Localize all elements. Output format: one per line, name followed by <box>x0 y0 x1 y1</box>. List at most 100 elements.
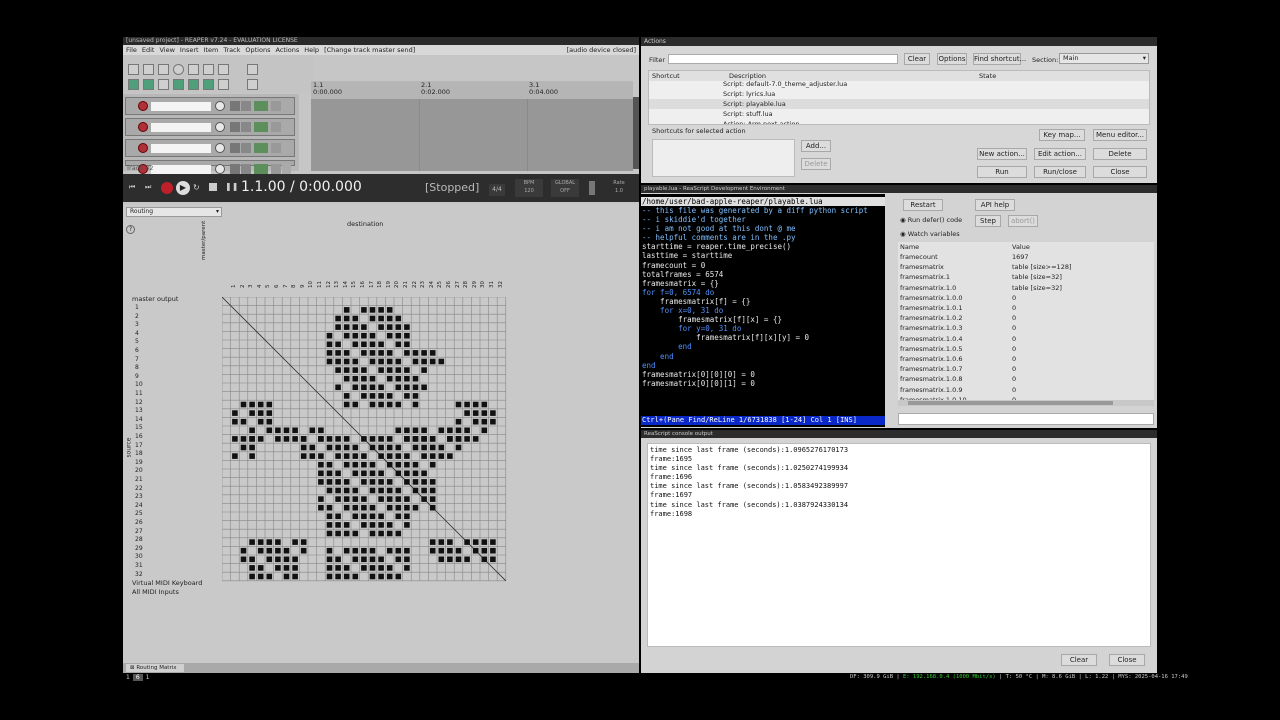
group-icon[interactable] <box>188 79 199 90</box>
volume-knob-icon[interactable] <box>215 143 225 153</box>
watch-variables-checkbox[interactable]: ◉ Watch variables <box>900 230 960 238</box>
go-start-button[interactable]: ⏮ <box>129 183 139 193</box>
stop-button[interactable] <box>209 183 217 191</box>
route-button[interactable] <box>254 122 268 132</box>
workspace-1b[interactable]: 1 <box>143 674 153 681</box>
new-action-button[interactable]: New action... <box>977 148 1027 160</box>
solo-button[interactable] <box>241 143 251 153</box>
play-button[interactable]: ▶ <box>176 181 190 195</box>
action-row[interactable]: Action: Arm next action <box>649 119 1149 124</box>
timeline-ruler[interactable]: 1.1 0:00.000 2.1 0:02.000 3.1 0:04.000 <box>311 81 633 99</box>
ripple-edit-icon[interactable] <box>143 79 154 90</box>
menu-editor-button[interactable]: Menu editor... <box>1093 129 1147 141</box>
track-header[interactable] <box>125 139 295 157</box>
menu-item-6[interactable]: Options <box>245 46 270 54</box>
workspace-6[interactable]: 6 <box>132 674 143 681</box>
variable-row[interactable]: framecount 1697 <box>898 252 1154 262</box>
phase-button[interactable] <box>282 164 291 174</box>
menu-item-4[interactable]: Item <box>204 46 219 54</box>
variable-row[interactable]: framesmatrix.1 table [size=32] <box>898 272 1154 282</box>
position-display[interactable]: 1.1.00 / 0:00.000 <box>241 179 362 195</box>
snap-icon[interactable] <box>158 79 169 90</box>
track-name-field[interactable] <box>151 144 211 153</box>
fx-button[interactable] <box>271 122 281 132</box>
restart-button[interactable]: Restart <box>903 199 943 211</box>
track-header[interactable] <box>125 118 295 136</box>
trim-icon[interactable] <box>247 79 258 90</box>
project-settings-icon[interactable] <box>173 64 184 75</box>
envelope-icon[interactable] <box>173 79 184 90</box>
variable-row[interactable]: framesmatrix.1.0.1 0 <box>898 303 1154 313</box>
horizontal-scrollbar[interactable] <box>898 400 1154 406</box>
fx-button[interactable] <box>271 101 281 111</box>
shortcuts-box[interactable] <box>652 139 795 177</box>
global-envelope-box[interactable]: GLOBAL OFF <box>551 179 579 197</box>
track-header[interactable] <box>125 97 295 115</box>
menu-item-0[interactable]: File <box>126 46 137 54</box>
pause-button[interactable]: ❚❚ <box>225 182 238 191</box>
record-button[interactable] <box>161 182 173 194</box>
action-row[interactable]: Script: default-7.0_theme_adjuster.lua <box>649 79 1149 89</box>
menu-item-8[interactable]: Help <box>304 46 319 54</box>
route-button[interactable] <box>254 143 268 153</box>
find-shortcut-button[interactable]: Find shortcut... <box>973 53 1026 65</box>
track-record-arm-icon[interactable] <box>138 101 148 111</box>
actions-list[interactable]: Shortcut Description State Script: defau… <box>648 70 1150 125</box>
routing-matrix-tab[interactable]: ⊠ Routing Matrix <box>126 664 184 672</box>
mute-button[interactable] <box>230 122 240 132</box>
auto-crossfade-icon[interactable] <box>218 79 229 90</box>
route-button[interactable] <box>254 101 268 111</box>
ide-command-input[interactable] <box>898 413 1154 425</box>
metronome-icon[interactable] <box>247 64 258 75</box>
abort-button[interactable]: abort() <box>1008 215 1038 227</box>
vertical-scrollbar[interactable] <box>633 97 639 169</box>
phase-button[interactable] <box>282 143 291 153</box>
actions-close-button[interactable]: Close <box>1093 166 1147 178</box>
delete-shortcut-button[interactable]: Delete <box>801 158 831 170</box>
variables-table[interactable]: Name Value framecount 1697 framesmatrix tab… <box>898 242 1154 406</box>
menu-item-5[interactable]: Track <box>223 46 240 54</box>
track-record-arm-icon[interactable] <box>138 122 148 132</box>
help-icon[interactable]: ? <box>126 225 135 234</box>
fx-button[interactable] <box>271 164 281 174</box>
run-button[interactable]: Run <box>977 166 1027 178</box>
volume-knob-icon[interactable] <box>215 122 225 132</box>
variable-row[interactable]: framesmatrix.1.0.4 0 <box>898 334 1154 344</box>
repeat-button[interactable]: ↻ <box>193 183 203 193</box>
action-row[interactable]: Script: stuff.lua <box>649 109 1149 119</box>
rate-knob[interactable] <box>589 181 595 195</box>
bpm-box[interactable]: BPM 120 <box>515 179 543 197</box>
variable-row[interactable]: framesmatrix.1.0.7 0 <box>898 364 1154 374</box>
variable-row[interactable]: framesmatrix table [size>=128] <box>898 262 1154 272</box>
run-close-button[interactable]: Run/close <box>1034 166 1086 178</box>
undo-icon[interactable] <box>188 64 199 75</box>
console-clear-button[interactable]: Clear <box>1061 654 1097 666</box>
add-shortcut-button[interactable]: Add... <box>801 140 831 152</box>
variable-row[interactable]: framesmatrix.1.0.2 0 <box>898 313 1154 323</box>
filter-clear-button[interactable]: Clear <box>904 53 930 65</box>
delete-action-button[interactable]: Delete <box>1093 148 1147 160</box>
mute-button[interactable] <box>230 101 240 111</box>
api-help-button[interactable]: API help <box>975 199 1015 211</box>
grid-toggle-icon[interactable] <box>128 79 139 90</box>
lock-icon[interactable] <box>218 64 229 75</box>
variable-row[interactable]: framesmatrix.1.0.6 0 <box>898 354 1154 364</box>
save-project-icon[interactable] <box>158 64 169 75</box>
open-project-icon[interactable] <box>143 64 154 75</box>
phase-button[interactable] <box>282 122 291 132</box>
route-button[interactable] <box>254 164 268 174</box>
section-select[interactable]: Main ▾ <box>1059 53 1149 64</box>
phase-button[interactable] <box>282 101 291 111</box>
menu-item-2[interactable]: View <box>159 46 174 54</box>
mute-button[interactable] <box>230 143 240 153</box>
routing-grid[interactable] <box>222 297 512 597</box>
variable-row[interactable]: framesmatrix.1.0 table [size=32] <box>898 283 1154 293</box>
variable-row[interactable]: framesmatrix.1.0.3 0 <box>898 323 1154 333</box>
variable-row[interactable]: framesmatrix.1.0.5 0 <box>898 344 1154 354</box>
routing-select[interactable]: Routing ▾ <box>126 207 222 217</box>
step-button[interactable]: Step <box>975 215 1001 227</box>
filter-input[interactable] <box>668 54 898 64</box>
solo-button[interactable] <box>241 164 251 174</box>
track-name-field[interactable] <box>151 165 211 174</box>
variable-row[interactable]: framesmatrix.1.0.8 0 <box>898 374 1154 384</box>
